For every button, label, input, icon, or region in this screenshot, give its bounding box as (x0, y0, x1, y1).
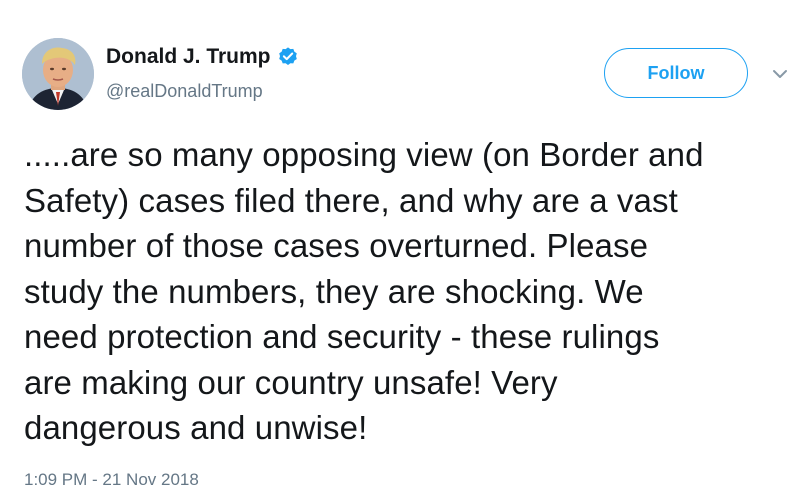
tweet-text-line: need protection and security - these rul… (24, 318, 660, 355)
verified-badge-icon (277, 46, 299, 68)
follow-button[interactable]: Follow (604, 48, 748, 98)
author-handle[interactable]: @realDonaldTrump (106, 80, 263, 102)
tweet-text-line: number of those cases overturned. Please (24, 227, 649, 264)
avatar[interactable] (22, 38, 94, 110)
author-display-name[interactable]: Donald J. Trump (106, 44, 271, 70)
tweet-text-line: dangerous and unwise! (24, 409, 368, 446)
author-name-row: Donald J. Trump (106, 44, 299, 70)
chevron-down-icon[interactable] (770, 64, 790, 84)
tweet-text-line: are making our country unsafe! Very (24, 363, 558, 401)
tweet-text-line: study the numbers, they are shocking. We (24, 272, 644, 310)
tweet-timestamp[interactable]: 1:09 PM - 21 Nov 2018 (24, 469, 199, 491)
tweet-text: .....are so many opposing view (on Borde… (24, 132, 794, 451)
tweet-text-line: .....are so many opposing view (on Borde… (24, 136, 704, 173)
tweet-text-line: Safety) cases filed there, and why are a… (24, 181, 678, 219)
profile-photo-icon (22, 38, 94, 110)
tweet-card: Donald J. Trump @realDonaldTrump Follow … (0, 0, 800, 500)
